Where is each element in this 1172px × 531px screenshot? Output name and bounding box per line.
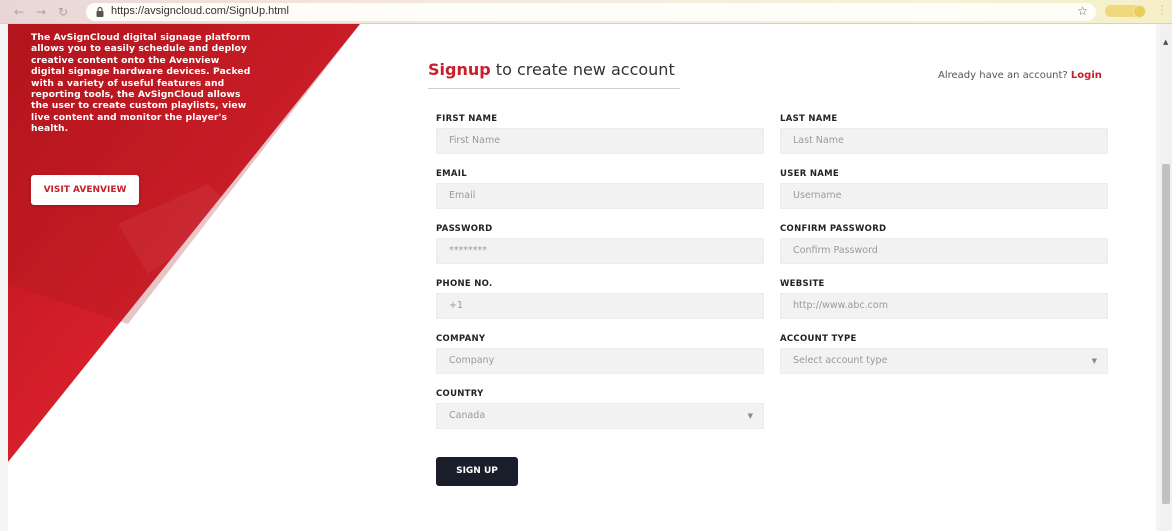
- email-input[interactable]: Email: [436, 183, 764, 209]
- page-viewport: The AvSignCloud digital signage platform…: [0, 24, 1160, 531]
- visit-avenview-button[interactable]: VISIT AVENVIEW: [31, 175, 139, 205]
- website-label: WEBSITE: [780, 279, 825, 289]
- menu-dots-icon[interactable]: ⋮: [1156, 3, 1168, 17]
- account-type-value: Select account type: [793, 355, 888, 366]
- dropdown-caret-icon: ▼: [1091, 357, 1097, 365]
- user-name-label: USER NAME: [780, 169, 839, 179]
- browser-toolbar: ← → ↻ https://avsigncloud.com/SignUp.htm…: [0, 0, 1172, 24]
- last-name-input[interactable]: Last Name: [780, 128, 1108, 154]
- dropdown-caret-icon: ▼: [747, 412, 753, 420]
- account-type-label: ACCOUNT TYPE: [780, 334, 857, 344]
- country-select[interactable]: Canada ▼: [436, 403, 764, 429]
- promo-panel: The AvSignCloud digital signage platform…: [8, 24, 388, 494]
- title-accent: Signup: [428, 60, 491, 79]
- address-bar[interactable]: https://avsigncloud.com/SignUp.html ☆: [86, 3, 1096, 21]
- title-divider: [428, 88, 680, 89]
- confirm-password-label: CONFIRM PASSWORD: [780, 224, 887, 234]
- first-name-input[interactable]: First Name: [436, 128, 764, 154]
- phone-input[interactable]: +1: [436, 293, 764, 319]
- lock-icon: [96, 7, 104, 17]
- last-name-label: LAST NAME: [780, 114, 838, 124]
- login-prompt: Already have an account? Login: [938, 70, 1102, 81]
- bookmark-star-icon[interactable]: ☆: [1077, 4, 1088, 18]
- url-text[interactable]: https://avsigncloud.com/SignUp.html: [111, 5, 289, 17]
- scroll-up-arrow-icon[interactable]: ▲: [1163, 38, 1168, 46]
- forward-arrow-icon[interactable]: →: [36, 4, 46, 20]
- user-name-input[interactable]: Username: [780, 183, 1108, 209]
- vertical-scrollbar[interactable]: ▲: [1160, 24, 1172, 531]
- sign-up-button[interactable]: SIGN UP: [436, 457, 518, 486]
- company-label: COMPANY: [436, 334, 486, 344]
- title-rest: to create new account: [490, 60, 675, 79]
- profile-avatar-icon[interactable]: [1133, 5, 1146, 18]
- email-label: EMAIL: [436, 169, 467, 179]
- login-link[interactable]: Login: [1071, 70, 1102, 81]
- company-input[interactable]: Company: [436, 348, 764, 374]
- page-title: Signup to create new account: [428, 60, 675, 79]
- reload-icon[interactable]: ↻: [58, 4, 68, 20]
- country-label: COUNTRY: [436, 389, 484, 399]
- password-label: PASSWORD: [436, 224, 493, 234]
- signup-card: The AvSignCloud digital signage platform…: [8, 24, 1156, 531]
- back-arrow-icon[interactable]: ←: [14, 4, 24, 20]
- password-input[interactable]: ********: [436, 238, 764, 264]
- confirm-password-input[interactable]: Confirm Password: [780, 238, 1108, 264]
- account-type-select[interactable]: Select account type ▼: [780, 348, 1108, 374]
- website-input[interactable]: http://www.abc.com: [780, 293, 1108, 319]
- phone-label: PHONE NO.: [436, 279, 493, 289]
- first-name-label: FIRST NAME: [436, 114, 498, 124]
- intro-paragraph: The AvSignCloud digital signage platform…: [31, 32, 251, 135]
- scrollbar-thumb[interactable]: [1162, 164, 1170, 504]
- country-value: Canada: [449, 410, 486, 421]
- login-prompt-text: Already have an account?: [938, 70, 1071, 81]
